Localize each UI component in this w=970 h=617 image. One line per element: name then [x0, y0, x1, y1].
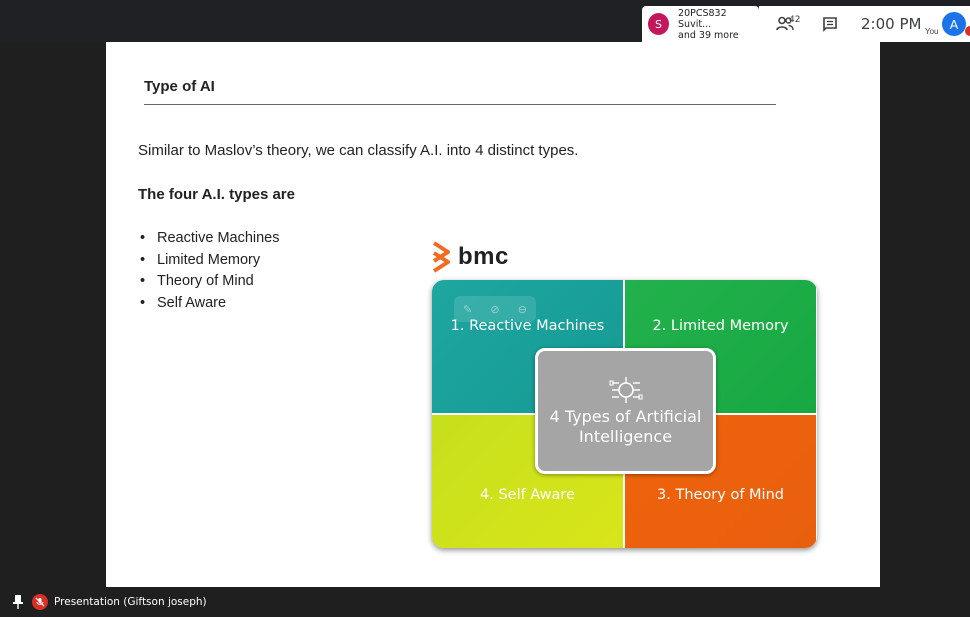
participant-avatar: S [648, 13, 670, 35]
type-item-label: Theory of Mind [157, 273, 254, 289]
bmc-logo: bmc [431, 240, 509, 274]
participant-summary[interactable]: S 20PCS832 Suvit... and 39 more [642, 6, 759, 42]
meeting-controls: 42 2:00 PM You A [759, 6, 970, 42]
clock: 2:00 PM [861, 15, 922, 33]
types-heading: The four A.I. types are [138, 186, 295, 203]
people-count: 42 [789, 15, 801, 25]
slide-overlay-controls[interactable]: ✎ ⊘ ⊖ [454, 296, 536, 322]
bmc-mark-icon [432, 241, 450, 273]
center-box: 4 Types of Artificial Intelligence [535, 348, 716, 474]
mic-off-icon [32, 594, 48, 610]
presenter-label: Presentation (Giftson joseph) [54, 596, 207, 608]
bullet: • [140, 251, 146, 268]
self-avatar[interactable]: A [942, 12, 966, 36]
type-item-label: Reactive Machines [157, 230, 280, 246]
list-item: • Theory of Mind [138, 271, 280, 293]
mute-icon[interactable]: ⊘ [490, 303, 499, 316]
type-item-label: Self Aware [157, 294, 227, 311]
title-divider [144, 104, 776, 105]
type-item-label: Limited Memory [157, 251, 261, 268]
notification-dot [965, 26, 970, 36]
slide-intro: Similar to Maslov’s theory, we can class… [138, 142, 579, 159]
bullet: • [140, 230, 146, 246]
slide-title: Type of AI [144, 78, 215, 95]
list-item: • Limited Memory [138, 250, 280, 272]
bullet: • [140, 294, 146, 311]
quadrant-label: 3. Theory of Mind [657, 487, 784, 503]
quadrant-label: 4. Self Aware [480, 487, 575, 503]
participant-more-line: and 39 more [678, 29, 739, 41]
pin-icon[interactable] [12, 595, 24, 609]
chat-icon [823, 17, 837, 32]
chat-button[interactable] [811, 6, 849, 42]
bullet: • [140, 273, 146, 289]
self-label: You [925, 26, 939, 36]
participant-names: 20PCS832 Suvit... and 39 more [678, 8, 759, 41]
top-bar: S 20PCS832 Suvit... and 39 more 42 2:00 … [0, 0, 970, 42]
ai-chip-icon [609, 377, 642, 403]
participant-name-line: 20PCS832 Suvit... [678, 7, 727, 30]
list-item: • Self Aware [138, 293, 280, 315]
pin-icon[interactable]: ✎ [463, 303, 472, 316]
types-list: • Reactive Machines • Limited Memory • Theo… [138, 228, 280, 314]
list-item: • Reactive Machines [138, 228, 280, 250]
bmc-wordmark: bmc [458, 243, 509, 270]
quadrant-label: 2. Limited Memory [652, 318, 789, 334]
ai-types-diagram: 1. Reactive Machines 2. Limited Memory 4… [432, 280, 817, 548]
people-button[interactable]: 42 [759, 6, 811, 42]
minus-icon[interactable]: ⊖ [518, 303, 527, 316]
center-label: 4 Types of Artificial Intelligence [549, 407, 702, 446]
presentation-slide: Type of AI Similar to Maslov’s theory, w… [106, 42, 880, 587]
bottom-bar: Presentation (Giftson joseph) [0, 587, 970, 617]
